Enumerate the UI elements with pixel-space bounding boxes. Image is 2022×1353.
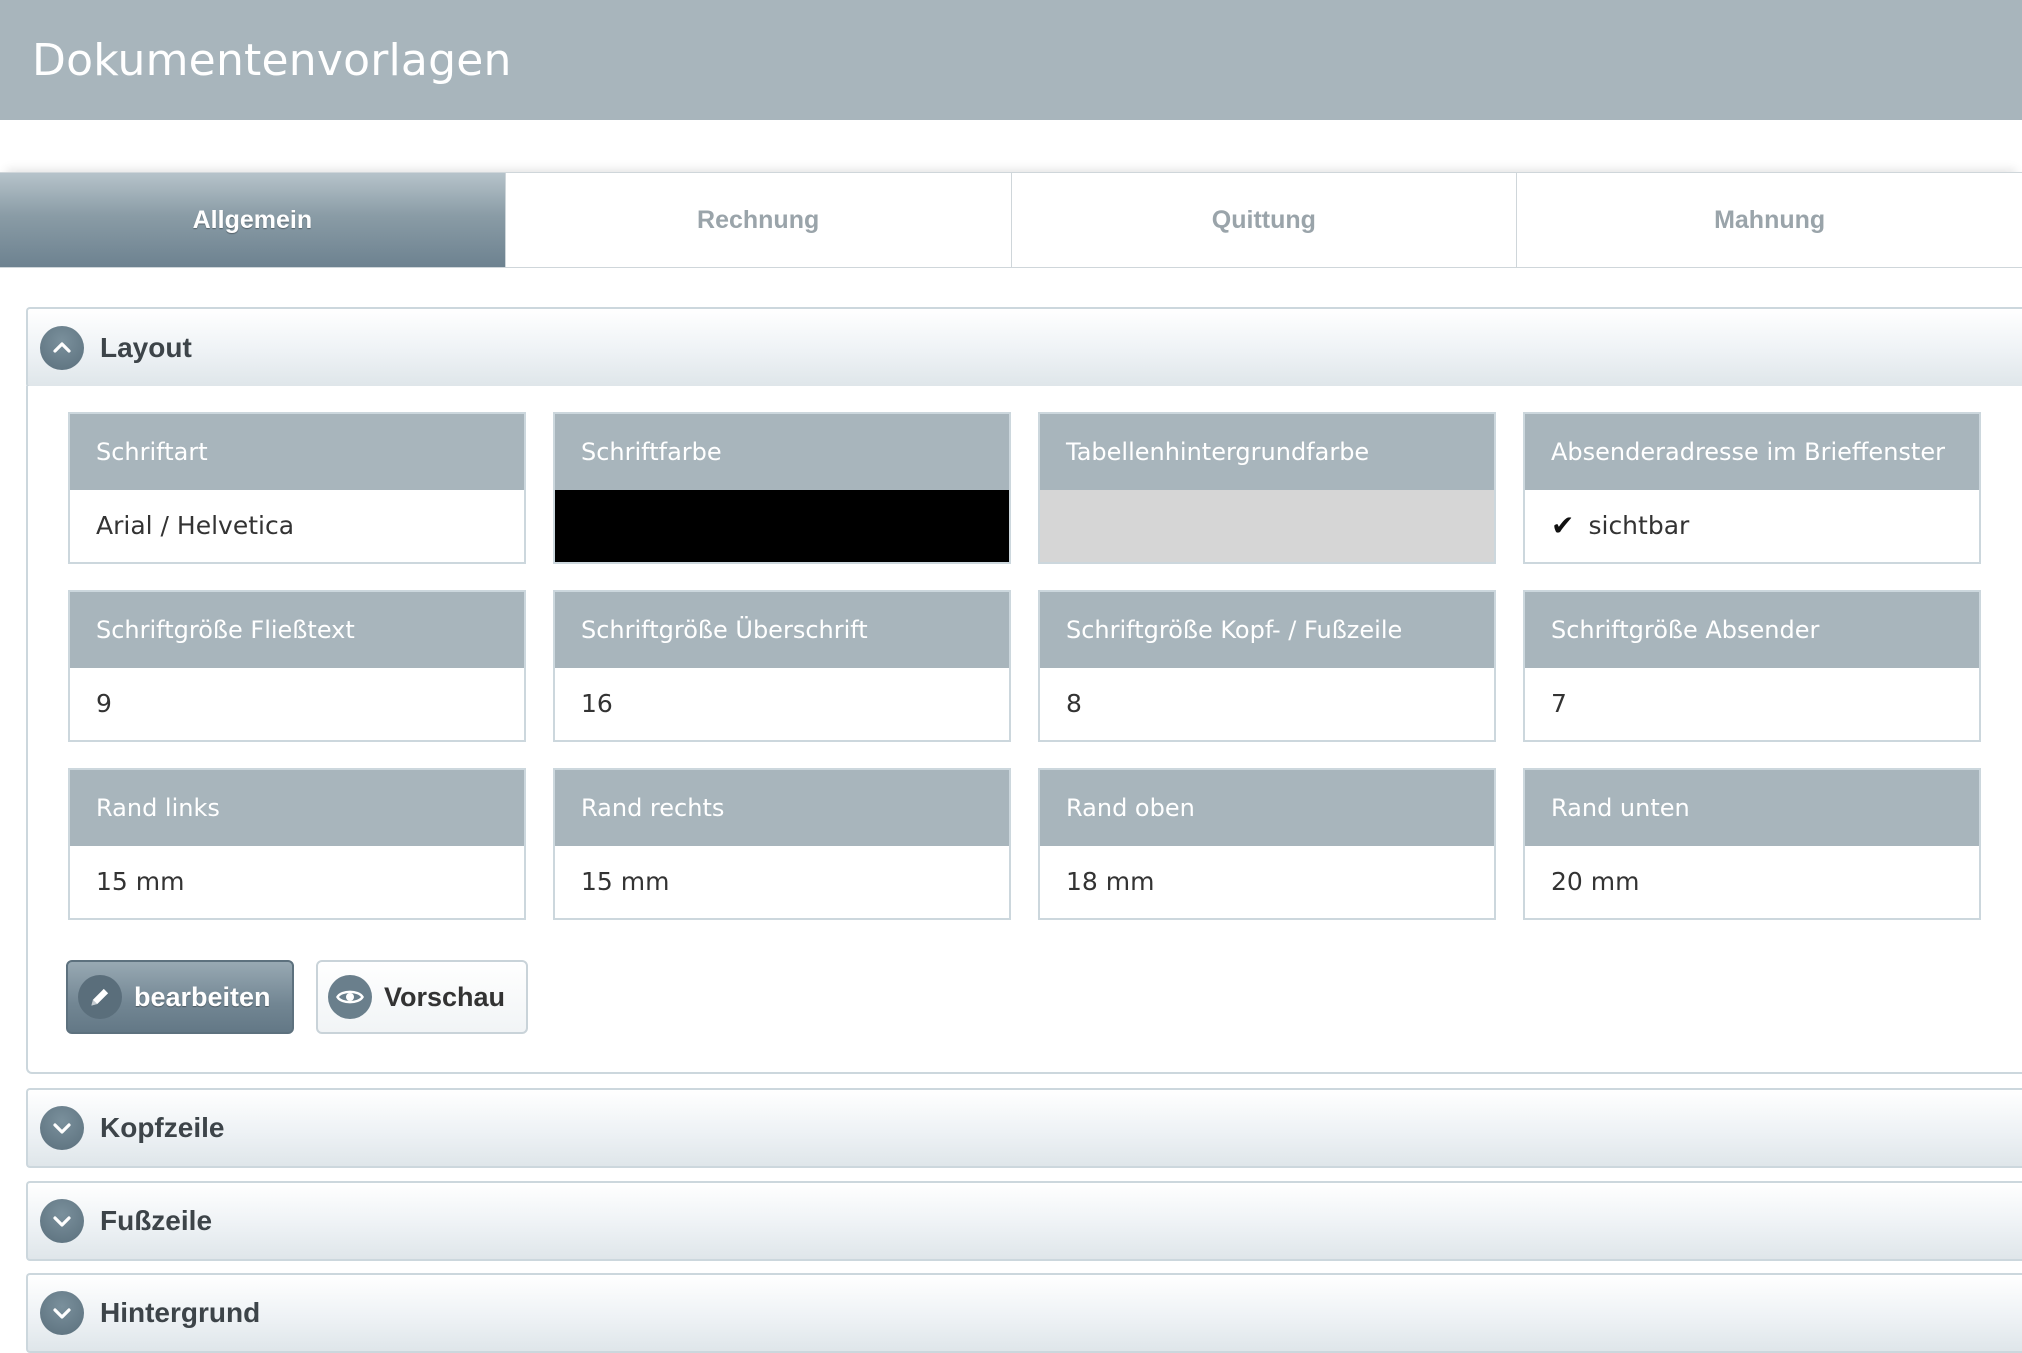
section-header-layout[interactable]: Layout (26, 307, 2022, 388)
tab-quittung[interactable]: Quittung (1010, 173, 1517, 267)
eye-icon (328, 975, 372, 1019)
chevron-down-icon[interactable] (40, 1106, 84, 1150)
tab-bar: Allgemein Rechnung Quittung Mahnung (0, 172, 2022, 268)
field-label: Rand links (70, 770, 524, 846)
edit-button-label: bearbeiten (134, 981, 271, 1012)
section-title-fusszeile: Fußzeile (100, 1205, 213, 1236)
field-value[interactable]: 15 mm (555, 846, 1009, 918)
color-swatch[interactable] (1040, 490, 1494, 562)
field-value[interactable]: ✔ sichtbar (1525, 490, 1979, 562)
section-header-kopfzeile[interactable]: Kopfzeile (26, 1088, 2022, 1168)
field-schriftgroesse-kopf-fuss: Schriftgröße Kopf- / Fußzeile 8 (1038, 590, 1496, 742)
pencil-icon (78, 975, 122, 1019)
section-title-hintergrund: Hintergrund (100, 1297, 261, 1328)
field-rand-rechts: Rand rechts 15 mm (553, 768, 1011, 920)
field-value[interactable]: 8 (1040, 668, 1494, 740)
field-schriftart: Schriftart Arial / Helvetica (68, 412, 526, 564)
field-label: Rand rechts (555, 770, 1009, 846)
chevron-up-icon[interactable] (40, 325, 84, 370)
field-value[interactable] (555, 490, 1009, 562)
field-rand-oben: Rand oben 18 mm (1038, 768, 1496, 920)
tab-allgemein[interactable]: Allgemein (0, 173, 505, 267)
page-title: Dokumentenvorlagen (32, 35, 512, 86)
field-absenderadresse: Absenderadresse im Brieffenster ✔ sichtb… (1523, 412, 1981, 564)
field-label: Tabellenhintergrundfarbe (1040, 414, 1494, 490)
field-label: Schriftgröße Kopf- / Fußzeile (1040, 592, 1494, 668)
chevron-down-icon[interactable] (40, 1199, 84, 1243)
chevron-down-icon[interactable] (40, 1291, 84, 1335)
field-value[interactable]: 18 mm (1040, 846, 1494, 918)
color-swatch[interactable] (555, 490, 1009, 562)
field-value[interactable]: 20 mm (1525, 846, 1979, 918)
tab-mahnung[interactable]: Mahnung (1516, 173, 2022, 267)
field-value[interactable]: 9 (70, 668, 524, 740)
field-value[interactable]: 15 mm (70, 846, 524, 918)
field-label: Rand oben (1040, 770, 1494, 846)
preview-button[interactable]: Vorschau (316, 960, 528, 1034)
field-label: Rand unten (1525, 770, 1979, 846)
field-label: Schriftfarbe (555, 414, 1009, 490)
field-label: Schriftgröße Fließtext (70, 592, 524, 668)
field-rand-unten: Rand unten 20 mm (1523, 768, 1981, 920)
tab-rechnung[interactable]: Rechnung (504, 173, 1011, 267)
field-label: Schriftart (70, 414, 524, 490)
field-schriftgroesse-fliesstext: Schriftgröße Fließtext 9 (68, 590, 526, 742)
field-schriftfarbe: Schriftfarbe (553, 412, 1011, 564)
field-schriftgroesse-absender: Schriftgröße Absender 7 (1523, 590, 1981, 742)
edit-button[interactable]: bearbeiten (66, 960, 294, 1034)
field-value[interactable] (1040, 490, 1494, 562)
checkmark-icon: ✔ (1551, 509, 1575, 542)
field-schriftgroesse-ueberschrift: Schriftgröße Überschrift 16 (553, 590, 1011, 742)
section-header-fusszeile[interactable]: Fußzeile (26, 1181, 2022, 1261)
preview-button-label: Vorschau (384, 981, 506, 1012)
field-value-text: sichtbar (1588, 511, 1690, 540)
field-label: Schriftgröße Überschrift (555, 592, 1009, 668)
field-value[interactable]: Arial / Helvetica (70, 490, 524, 562)
field-value[interactable]: 7 (1525, 668, 1979, 740)
section-title-layout: Layout (100, 331, 192, 363)
section-header-hintergrund[interactable]: Hintergrund (26, 1273, 2022, 1353)
field-label: Absenderadresse im Brieffenster (1525, 414, 1979, 490)
page-header: Dokumentenvorlagen (0, 0, 2022, 120)
field-tabellenhintergrundfarbe: Tabellenhintergrundfarbe (1038, 412, 1496, 564)
field-value[interactable]: 16 (555, 668, 1009, 740)
field-label: Schriftgröße Absender (1525, 592, 1979, 668)
section-title-kopfzeile: Kopfzeile (100, 1112, 225, 1143)
field-rand-links: Rand links 15 mm (68, 768, 526, 920)
